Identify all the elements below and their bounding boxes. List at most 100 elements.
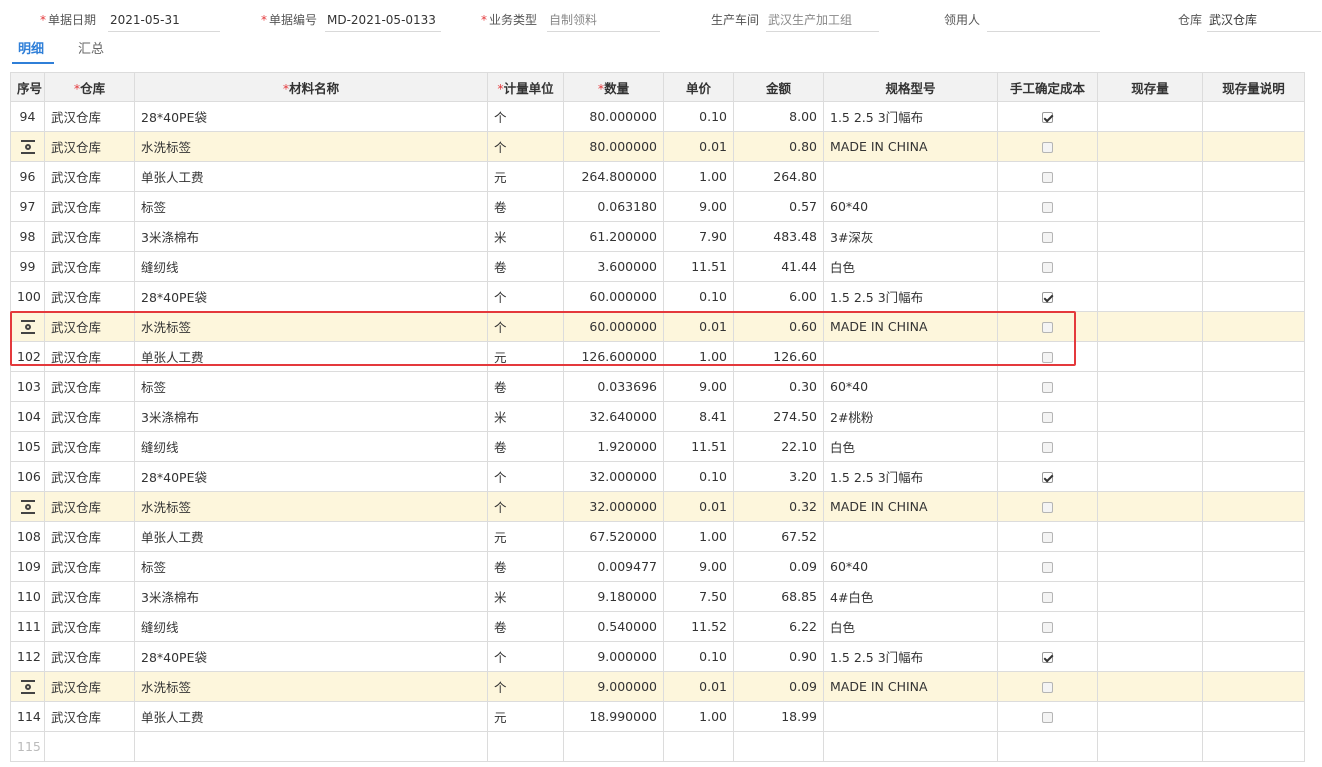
- table-row[interactable]: 104 武汉仓库 3米涤棉布米 32.640000 8.41 274.50 2#桃粉: [10, 401, 1305, 432]
- unit-price-cell[interactable]: 0.10: [663, 281, 734, 312]
- table-row[interactable]: 106 武汉仓库 28*40PE袋个 32.000000 0.10 3.20 1.5 2.5…: [10, 461, 1305, 492]
- unit-cell[interactable]: 元: [487, 161, 564, 192]
- table-row[interactable]: 100 武汉仓库 28*40PE袋个 60.000000 0.10 6.00 1.5 2.5…: [10, 281, 1305, 312]
- material-name-cell[interactable]: 单张人工费: [134, 701, 488, 732]
- manual-cost-checkbox[interactable]: [1042, 412, 1053, 423]
- amount-cell[interactable]: 6.00: [733, 281, 824, 312]
- empty-cell[interactable]: [563, 731, 664, 762]
- unit-cell[interactable]: 卷: [487, 551, 564, 582]
- warehouse-cell[interactable]: 武汉仓库: [44, 401, 135, 432]
- quantity-cell[interactable]: 3.600000: [563, 251, 664, 282]
- unit-price-cell[interactable]: 11.51: [663, 431, 734, 462]
- manual-cost-checkbox[interactable]: [1042, 442, 1053, 453]
- amount-cell[interactable]: 6.22: [733, 611, 824, 642]
- spec-cell[interactable]: 白色: [823, 431, 998, 462]
- unit-cell[interactable]: 卷: [487, 371, 564, 402]
- material-name-cell[interactable]: 单张人工费: [134, 521, 488, 552]
- unit-cell[interactable]: 米: [487, 401, 564, 432]
- empty-cell[interactable]: [1202, 731, 1305, 762]
- unit-price-cell[interactable]: 1.00: [663, 521, 734, 552]
- unit-price-cell[interactable]: 9.00: [663, 371, 734, 402]
- material-name-cell[interactable]: 3米涤棉布: [134, 581, 488, 612]
- manual-cost-checkbox[interactable]: [1042, 712, 1053, 723]
- amount-cell[interactable]: 0.57: [733, 191, 824, 222]
- unit-price-cell[interactable]: 1.00: [663, 161, 734, 192]
- manual-cost-checkbox[interactable]: [1042, 172, 1053, 183]
- material-name-cell[interactable]: 标签: [134, 371, 488, 402]
- manual-cost-checkbox[interactable]: [1042, 502, 1053, 513]
- unit-price-cell[interactable]: 9.00: [663, 551, 734, 582]
- unit-cell[interactable]: 元: [487, 521, 564, 552]
- tab-detail[interactable]: 明细: [18, 40, 44, 60]
- material-name-cell[interactable]: 单张人工费: [134, 341, 488, 372]
- manual-cost-checkbox[interactable]: [1042, 562, 1053, 573]
- table-row[interactable]: 103 武汉仓库 标签卷 0.033696 9.00 0.30 60*40: [10, 371, 1305, 402]
- unit-price-cell[interactable]: 1.00: [663, 341, 734, 372]
- amount-cell[interactable]: 68.85: [733, 581, 824, 612]
- warehouse-cell[interactable]: 武汉仓库: [44, 461, 135, 492]
- material-name-cell[interactable]: 缝纫线: [134, 611, 488, 642]
- table-row[interactable]: 武汉仓库 水洗标签个 80.000000 0.01 0.80 MADE IN CHINA: [10, 131, 1305, 162]
- warehouse-cell[interactable]: 武汉仓库: [44, 341, 135, 372]
- table-row[interactable]: 武汉仓库 水洗标签个 60.000000 0.01 0.60 MADE IN CHINA: [10, 311, 1305, 342]
- table-row[interactable]: 109 武汉仓库 标签卷 0.009477 9.00 0.09 60*40: [10, 551, 1305, 582]
- material-name-cell[interactable]: 3米涤棉布: [134, 221, 488, 252]
- unit-price-cell[interactable]: 8.41: [663, 401, 734, 432]
- workshop-select[interactable]: 武汉生产加工组: [766, 10, 879, 32]
- amount-cell[interactable]: 22.10: [733, 431, 824, 462]
- spec-cell[interactable]: 1.5 2.5 3门幅布: [823, 281, 998, 312]
- amount-cell[interactable]: 0.32: [733, 491, 824, 522]
- manual-cost-checkbox[interactable]: [1042, 322, 1053, 333]
- table-row[interactable]: 102 武汉仓库 单张人工费元 126.600000 1.00 126.60: [10, 341, 1305, 372]
- spec-cell[interactable]: 4#白色: [823, 581, 998, 612]
- manual-cost-checkbox[interactable]: [1042, 292, 1053, 303]
- empty-cell[interactable]: [44, 731, 135, 762]
- warehouse-cell[interactable]: 武汉仓库: [44, 551, 135, 582]
- quantity-cell[interactable]: 60.000000: [563, 281, 664, 312]
- amount-cell[interactable]: 3.20: [733, 461, 824, 492]
- col-manual-cost[interactable]: 手工确定成本: [997, 72, 1098, 102]
- quantity-cell[interactable]: 1.920000: [563, 431, 664, 462]
- manual-cost-checkbox[interactable]: [1042, 592, 1053, 603]
- table-row[interactable]: 94 武汉仓库 28*40PE袋个 80.000000 0.10 8.00 1.5 2.5 …: [10, 101, 1305, 132]
- amount-cell[interactable]: 18.99: [733, 701, 824, 732]
- unit-price-cell[interactable]: 9.00: [663, 191, 734, 222]
- col-qty[interactable]: *数量: [563, 72, 664, 102]
- spec-cell[interactable]: 白色: [823, 251, 998, 282]
- col-price[interactable]: 单价: [663, 72, 734, 102]
- manual-cost-checkbox[interactable]: [1042, 142, 1053, 153]
- spec-cell[interactable]: 60*40: [823, 551, 998, 582]
- unit-price-cell[interactable]: 1.00: [663, 701, 734, 732]
- unit-cell[interactable]: 元: [487, 701, 564, 732]
- spec-cell[interactable]: [823, 701, 998, 732]
- warehouse-cell[interactable]: 武汉仓库: [44, 671, 135, 702]
- quantity-cell[interactable]: 0.540000: [563, 611, 664, 642]
- unit-cell[interactable]: 米: [487, 581, 564, 612]
- unit-cell[interactable]: 个: [487, 311, 564, 342]
- empty-cell[interactable]: [487, 731, 564, 762]
- spec-cell[interactable]: [823, 341, 998, 372]
- table-row[interactable]: 108 武汉仓库 单张人工费元 67.520000 1.00 67.52: [10, 521, 1305, 552]
- spec-cell[interactable]: 2#桃粉: [823, 401, 998, 432]
- warehouse-cell[interactable]: 武汉仓库: [44, 281, 135, 312]
- manual-cost-checkbox[interactable]: [1042, 232, 1053, 243]
- manual-cost-checkbox[interactable]: [1042, 682, 1053, 693]
- material-name-cell[interactable]: 单张人工费: [134, 161, 488, 192]
- warehouse-cell[interactable]: 武汉仓库: [44, 641, 135, 672]
- quantity-cell[interactable]: 32.000000: [563, 491, 664, 522]
- warehouse-cell[interactable]: 武汉仓库: [44, 701, 135, 732]
- material-name-cell[interactable]: 标签: [134, 551, 488, 582]
- col-unit[interactable]: *计量单位: [487, 72, 564, 102]
- spec-cell[interactable]: MADE IN CHINA: [823, 131, 998, 162]
- unit-price-cell[interactable]: 11.52: [663, 611, 734, 642]
- warehouse-cell[interactable]: 武汉仓库: [44, 521, 135, 552]
- quantity-cell[interactable]: 0.009477: [563, 551, 664, 582]
- col-seq[interactable]: 序号: [10, 72, 45, 102]
- warehouse-cell[interactable]: 武汉仓库: [44, 161, 135, 192]
- unit-cell[interactable]: 卷: [487, 431, 564, 462]
- col-stock[interactable]: 现存量: [1097, 72, 1203, 102]
- table-row[interactable]: 114 武汉仓库 单张人工费元 18.990000 1.00 18.99: [10, 701, 1305, 732]
- table-row[interactable]: 97 武汉仓库 标签卷 0.063180 9.00 0.57 60*40: [10, 191, 1305, 222]
- unit-cell[interactable]: 个: [487, 671, 564, 702]
- amount-cell[interactable]: 0.60: [733, 311, 824, 342]
